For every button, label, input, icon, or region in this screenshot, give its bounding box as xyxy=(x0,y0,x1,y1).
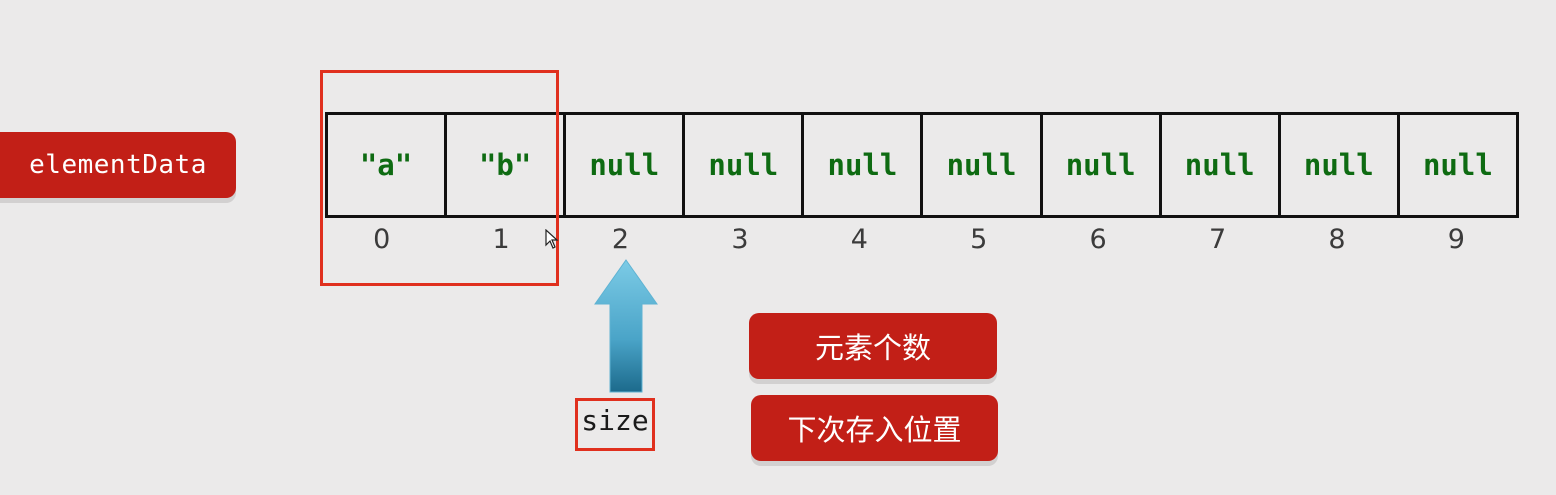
array-cell: null xyxy=(1400,115,1519,215)
mouse-cursor-icon xyxy=(545,229,559,249)
array-cell: null xyxy=(1281,115,1400,215)
array-index: 9 xyxy=(1447,224,1465,255)
array-index: 8 xyxy=(1328,224,1346,255)
next-position-label: 下次存入位置 xyxy=(751,395,998,461)
array-index: 7 xyxy=(1208,224,1227,255)
array-index: 4 xyxy=(850,224,868,255)
filled-elements-highlight xyxy=(320,70,559,286)
array-index: 3 xyxy=(731,224,749,255)
element-count-label: 元素个数 xyxy=(749,313,997,379)
array-cell: null xyxy=(566,115,686,215)
array-cell: null xyxy=(1043,115,1162,215)
size-pointer-label: size xyxy=(575,398,655,451)
array-cell: null xyxy=(685,115,805,215)
array-index: 6 xyxy=(1089,224,1107,255)
array-cell: null xyxy=(804,115,924,215)
element-data-label: elementData xyxy=(0,132,236,198)
array-cell: null xyxy=(923,115,1043,215)
array-index: 5 xyxy=(970,224,988,255)
up-arrow-icon xyxy=(594,259,658,393)
array-cell: null xyxy=(1162,115,1281,215)
